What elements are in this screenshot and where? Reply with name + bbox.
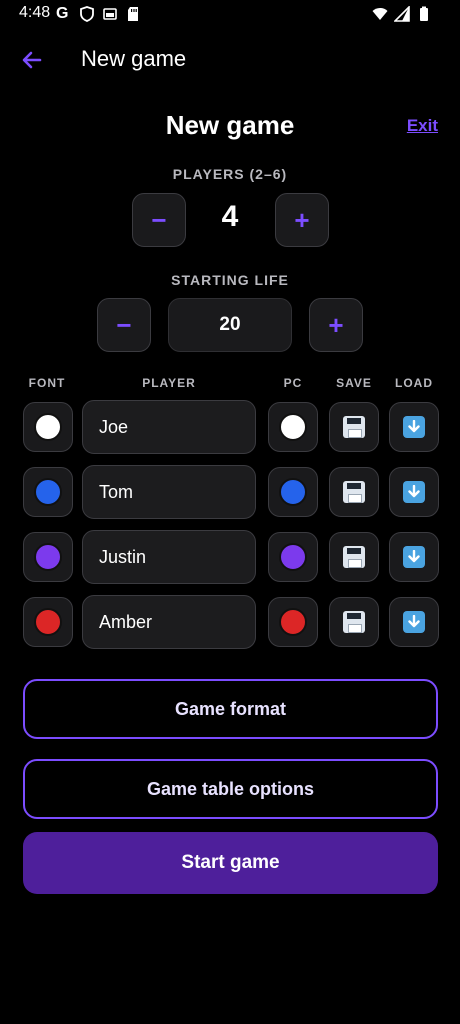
signal-icon [394,6,410,22]
floppy-disk-icon [343,546,365,568]
font-color-swatch [34,608,62,636]
save-button[interactable] [329,467,379,517]
save-button[interactable] [329,532,379,582]
load-button[interactable] [389,467,439,517]
column-header-pc: PC [283,376,303,390]
font-color-button[interactable] [23,532,73,582]
player-row: Amber [0,595,460,649]
status-bar: 4:48 G [0,0,460,30]
download-arrow-icon [403,611,425,633]
back-arrow-icon[interactable] [18,46,46,74]
load-button[interactable] [389,532,439,582]
battery-icon [420,6,428,21]
save-button[interactable] [329,402,379,452]
starting-life-value[interactable]: 20 [168,298,292,352]
load-button[interactable] [389,402,439,452]
starting-life-label: STARTING LIFE [171,272,289,288]
players-increment-button[interactable]: + [275,193,329,247]
download-arrow-icon [403,481,425,503]
column-header-load: LOAD [395,376,433,390]
player-row: Justin [0,530,460,584]
down-arrow-icon [408,550,420,563]
sim-card-icon [103,8,117,20]
column-header-player: PLAYER [142,376,196,390]
players-count: 4 [221,200,239,233]
pc-color-swatch [279,413,307,441]
player-row: Tom [0,465,460,519]
floppy-disk-icon [343,416,365,438]
load-button[interactable] [389,597,439,647]
players-decrement-button[interactable]: − [132,193,186,247]
font-color-swatch [34,478,62,506]
status-time: 4:48 [19,4,51,21]
sd-card-icon [128,7,138,21]
pc-color-swatch [279,543,307,571]
save-button[interactable] [329,597,379,647]
down-arrow-icon [408,615,420,628]
down-arrow-icon [408,485,420,498]
font-color-swatch [34,413,62,441]
column-header-save: SAVE [336,376,372,390]
status-icons-left: G [56,6,141,22]
column-header-font: FONT [28,376,66,390]
font-color-button[interactable] [23,467,73,517]
pc-color-button[interactable] [268,402,318,452]
player-name-field[interactable]: Justin [82,530,256,584]
floppy-disk-icon [343,611,365,633]
start-game-button[interactable]: Start game [23,832,438,894]
wifi-icon [372,8,388,20]
player-name-field[interactable]: Joe [82,400,256,454]
down-arrow-icon [408,420,420,433]
life-decrement-button[interactable]: − [97,298,151,352]
app-bar-title: New game [81,46,187,71]
pc-color-button[interactable] [268,467,318,517]
app-bar: New game [0,36,460,82]
google-g-icon: G [56,5,69,22]
pc-color-swatch [279,478,307,506]
pc-color-button[interactable] [268,597,318,647]
player-name-field[interactable]: Tom [82,465,256,519]
player-row: Joe [0,400,460,454]
font-color-button[interactable] [23,597,73,647]
download-arrow-icon [403,416,425,438]
pc-color-button[interactable] [268,532,318,582]
page-title: New game [165,110,295,140]
game-format-button[interactable]: Game format [23,679,438,739]
pc-color-swatch [279,608,307,636]
game-table-options-button[interactable]: Game table options [23,759,438,819]
players-label: PLAYERS (2–6) [172,166,288,182]
download-arrow-icon [403,546,425,568]
shield-icon [80,6,94,22]
font-color-swatch [34,543,62,571]
player-name-field[interactable]: Amber [82,595,256,649]
exit-link[interactable]: Exit [407,116,438,136]
status-icons-right [372,6,432,22]
life-increment-button[interactable]: + [309,298,363,352]
font-color-button[interactable] [23,402,73,452]
floppy-disk-icon [343,481,365,503]
